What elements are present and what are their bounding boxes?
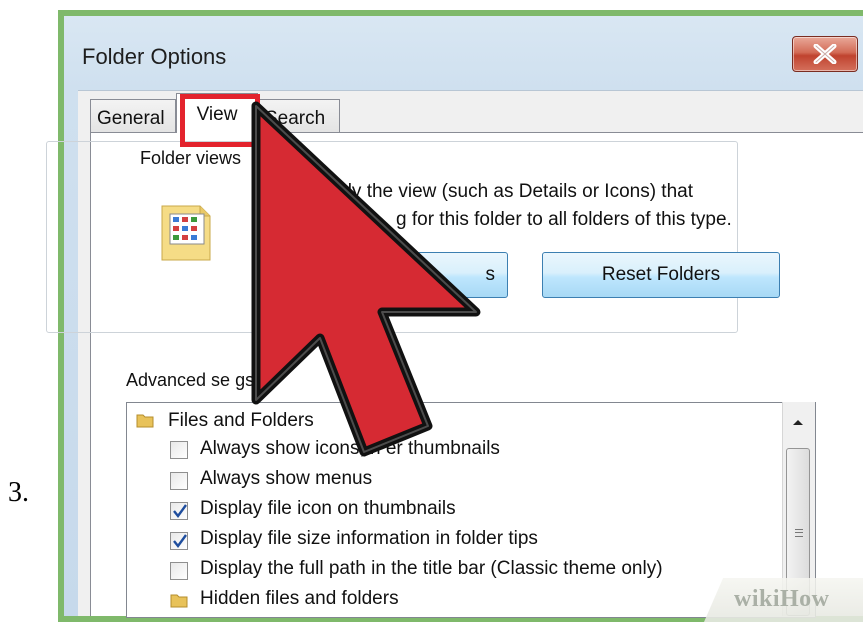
reset-button-label: Reset Folders bbox=[601, 264, 721, 285]
advanced-settings-label: Advanced se gs: bbox=[126, 370, 260, 390]
close-x-icon bbox=[813, 44, 837, 64]
description-line-2: g for this folder to all folders of this… bbox=[396, 209, 732, 230]
close-button[interactable] bbox=[792, 36, 858, 72]
option-always-show-icons[interactable]: Always show icons, n er thumbnails bbox=[200, 438, 500, 460]
folder-views-label: Folder views bbox=[136, 148, 246, 169]
checkmark-icon bbox=[173, 504, 187, 518]
watermark-text: wikiHow bbox=[734, 586, 830, 612]
option-display-full-path[interactable]: Display the full path in the title bar (… bbox=[200, 558, 663, 580]
tab-general[interactable]: General bbox=[90, 99, 176, 132]
title-bar: Folder Options bbox=[64, 16, 863, 90]
folder-views-description: apply the view (such as Details or Icons… bbox=[316, 178, 796, 234]
scroll-grip-icon bbox=[795, 529, 803, 537]
apply-button-label: s bbox=[485, 264, 496, 285]
option-display-file-size[interactable]: Display file size information in folder … bbox=[200, 528, 538, 550]
tab-search[interactable]: Search bbox=[258, 99, 340, 132]
folder-views-group bbox=[46, 141, 738, 333]
wikihow-watermark: wikiHow bbox=[704, 578, 863, 622]
apply-to-folders-button[interactable]: s bbox=[330, 252, 508, 298]
tab-view-highlight-box bbox=[180, 94, 260, 147]
tree-item-files-and-folders[interactable]: Files and Folders bbox=[168, 410, 314, 432]
checkmark-icon bbox=[173, 534, 187, 548]
chevron-up-icon bbox=[793, 420, 803, 425]
option-always-show-menus[interactable]: Always show menus bbox=[200, 468, 372, 490]
option-display-file-icon[interactable]: Display file icon on thumbnails bbox=[200, 498, 456, 520]
folder-icon bbox=[170, 594, 188, 608]
checkbox-display-file-size[interactable] bbox=[170, 532, 188, 550]
description-line-1: apply the view (such as Details or Icons… bbox=[316, 181, 694, 202]
folder-view-icon bbox=[161, 205, 211, 261]
folder-icon bbox=[136, 414, 154, 428]
scroll-up-button[interactable] bbox=[782, 404, 814, 440]
checkbox-display-file-icon[interactable] bbox=[170, 502, 188, 520]
checkbox-display-full-path[interactable] bbox=[170, 562, 188, 580]
window-title: Folder Options bbox=[82, 44, 227, 69]
checkbox-always-show-menus[interactable] bbox=[170, 472, 188, 490]
reset-folders-button[interactable]: Reset Folders bbox=[542, 252, 780, 298]
checkbox-always-show-icons[interactable] bbox=[170, 441, 188, 459]
tree-item-hidden-files[interactable]: Hidden files and folders bbox=[200, 588, 399, 610]
step-number: 3. bbox=[8, 477, 29, 508]
